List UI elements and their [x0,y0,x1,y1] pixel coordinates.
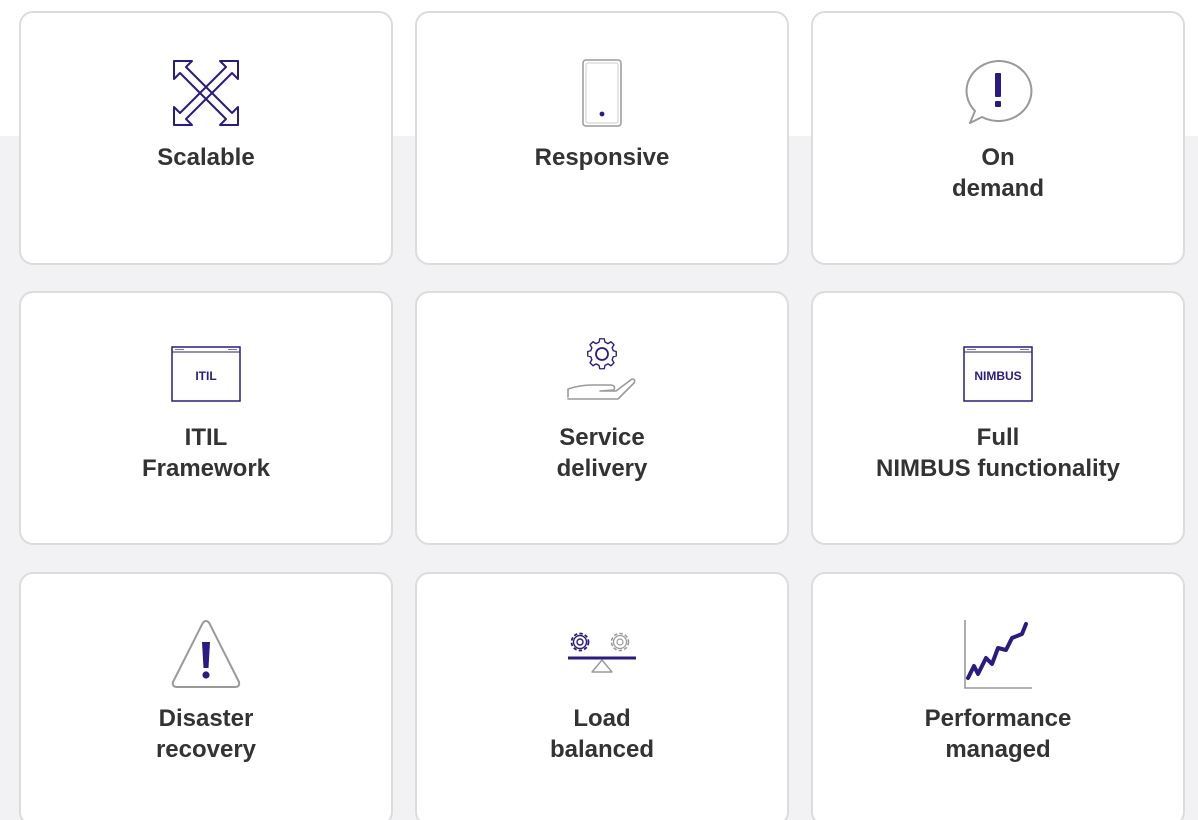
card-label: Service delivery [556,424,648,482]
card-label: Scalable [157,144,255,171]
expand-arrows-icon [21,57,391,129]
card-label: ITIL Framework [141,424,271,482]
feature-card-responsive: Responsive [415,11,789,265]
card-label: On demand [951,144,1044,202]
itil-window-icon: ITIL [21,337,391,409]
rising-chart-icon [813,618,1183,690]
feature-card-service-delivery: Service delivery [415,291,789,545]
feature-card-scalable: Scalable [19,11,393,265]
feature-card-load-balanced: Load balanced [415,572,789,820]
feature-card-full-nimbus-functionality: NIMBUS Full NIMBUS functionality [811,291,1185,545]
feature-card-on-demand: On demand [811,11,1185,265]
feature-card-disaster-recovery: Disaster recovery [19,572,393,820]
nimbus-window-icon: NIMBUS [813,337,1183,409]
balance-gears-icon [417,618,787,690]
card-label: Responsive [534,144,670,171]
itil-icon-text: ITIL [195,369,216,383]
warning-triangle-icon [21,618,391,690]
feature-grid: Scalable Responsive On demand ITIL ITIL … [0,0,1198,820]
card-label: Load balanced [549,705,655,763]
feature-card-performance-managed: Performance managed [811,572,1185,820]
card-label: Full NIMBUS functionality [876,424,1120,482]
card-label: Performance managed [924,705,1072,763]
gear-hand-icon [417,337,787,409]
nimbus-icon-text: NIMBUS [974,369,1021,383]
feature-card-itil-framework: ITIL ITIL Framework [19,291,393,545]
mobile-phone-icon [417,57,787,129]
card-label: Disaster recovery [155,705,257,763]
speech-bubble-exclamation-icon [813,57,1183,129]
